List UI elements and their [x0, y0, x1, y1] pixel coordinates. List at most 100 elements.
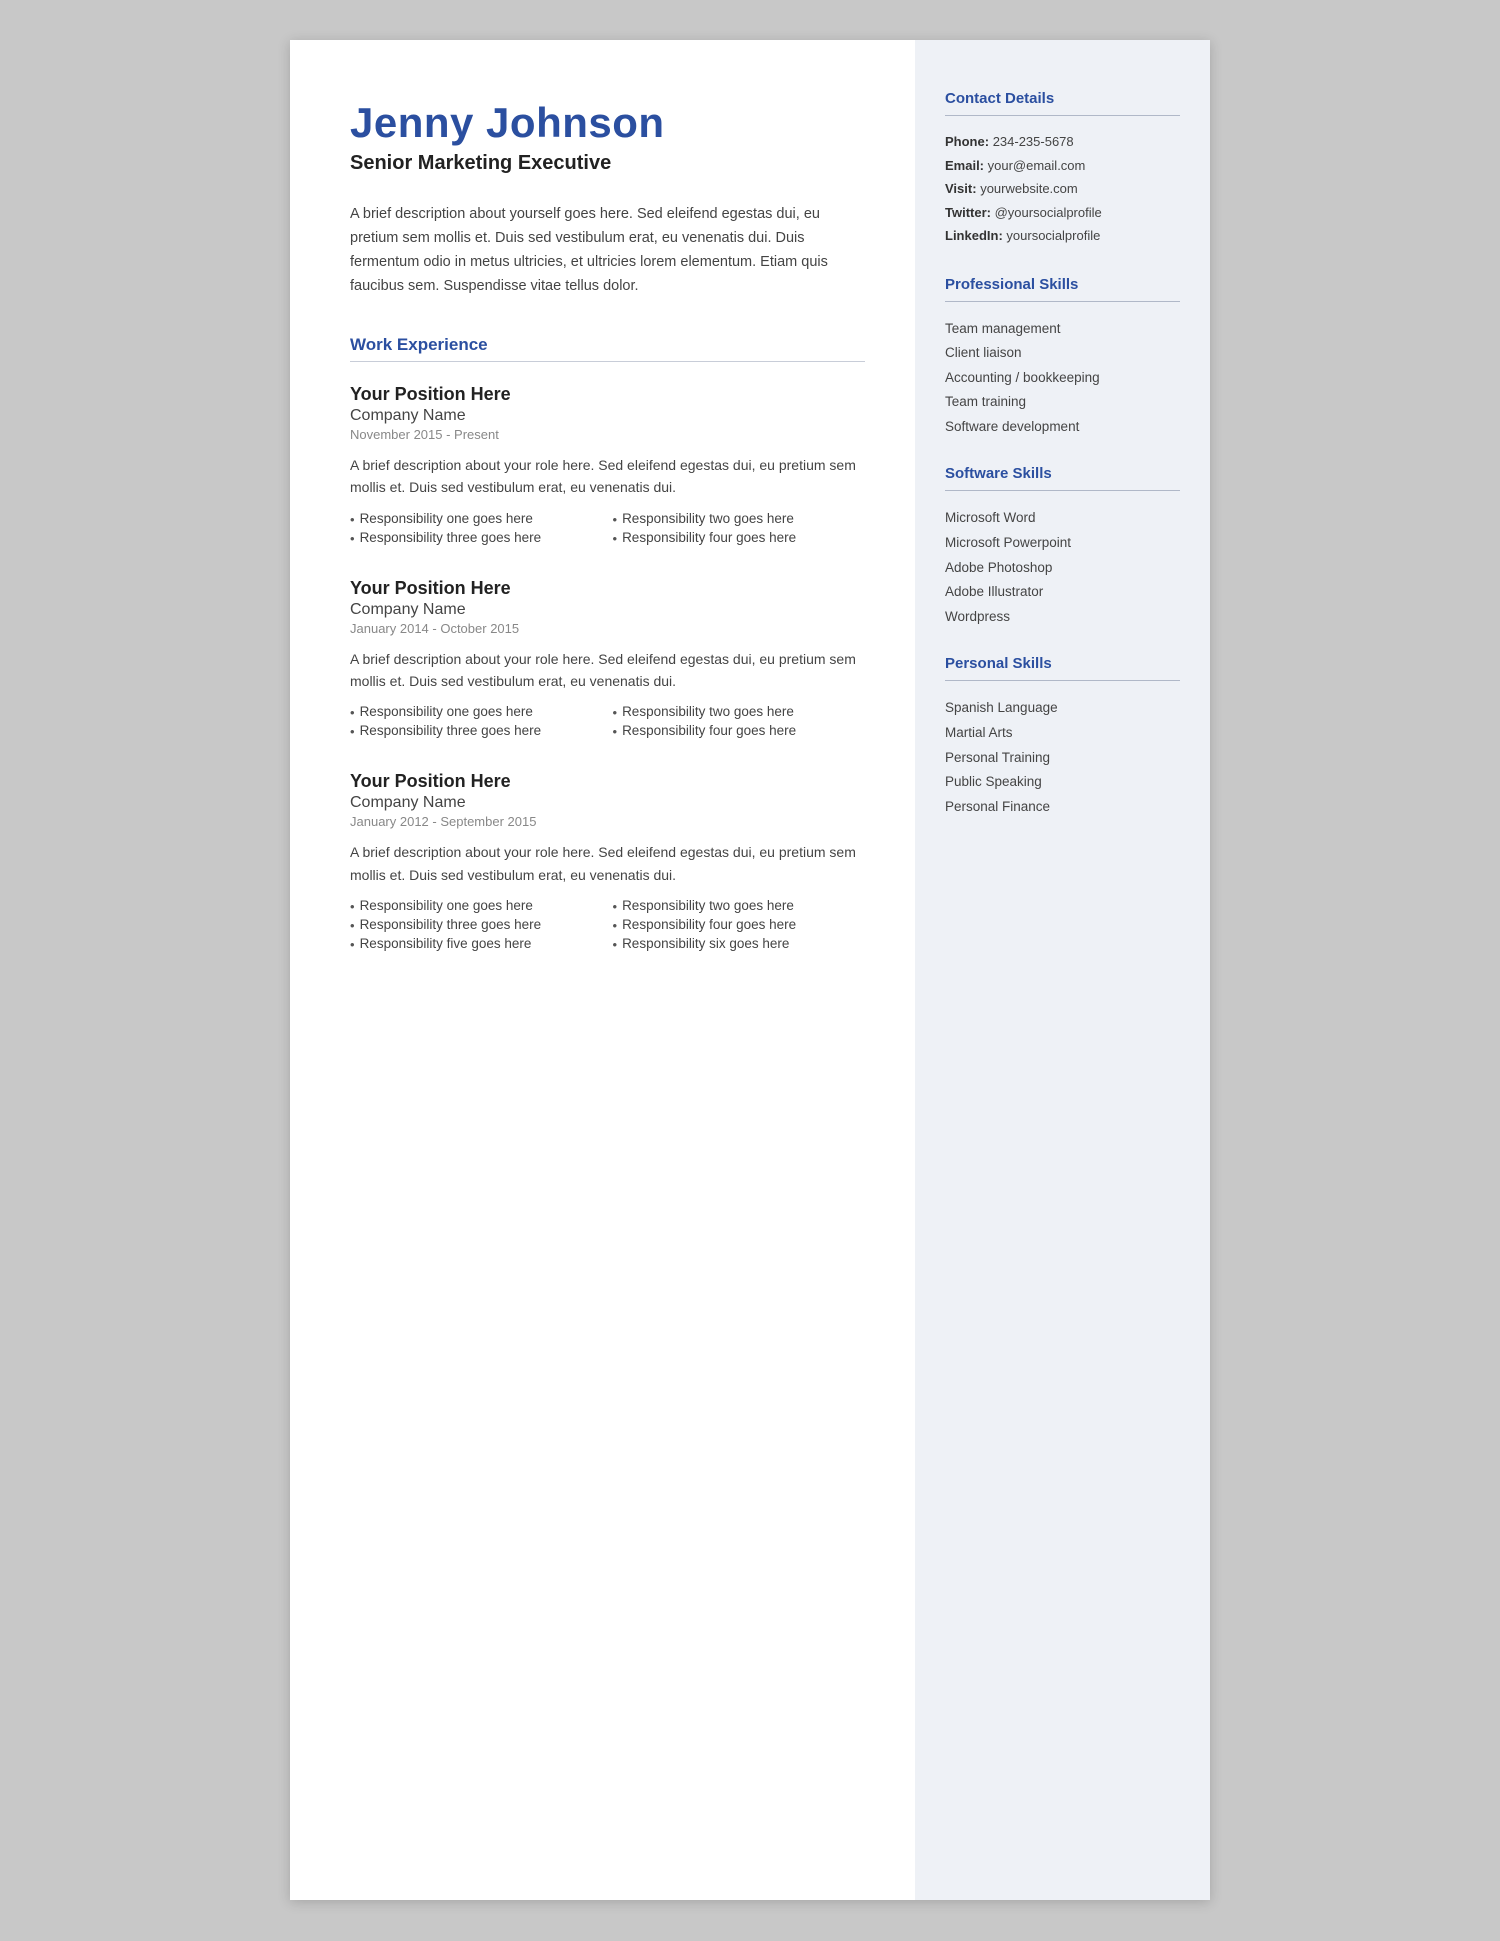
responsibility-text: Responsibility two goes here: [622, 511, 794, 526]
bullet-icon: •: [613, 937, 618, 952]
responsibility-text: Responsibility four goes here: [622, 723, 796, 738]
list-item: • Responsibility two goes here: [613, 898, 866, 914]
responsibility-text: Responsibility one goes here: [360, 704, 533, 719]
email-value: your@email.com: [988, 158, 1086, 173]
job-desc-1: A brief description about your role here…: [350, 454, 865, 499]
responsibility-text: Responsibility four goes here: [622, 917, 796, 932]
bullet-icon: •: [350, 899, 355, 914]
contact-heading: Contact Details: [945, 90, 1180, 107]
bullet-icon: •: [613, 531, 618, 546]
list-item: Spanish Language: [945, 697, 1180, 719]
list-item: Adobe Illustrator: [945, 581, 1180, 603]
responsibility-text: Responsibility five goes here: [360, 936, 532, 951]
bullet-icon: •: [350, 937, 355, 952]
personal-skills-divider: [945, 680, 1180, 681]
list-item: • Responsibility four goes here: [613, 917, 866, 933]
bio-text: A brief description about yourself goes …: [350, 203, 865, 299]
contact-block: Contact Details Phone: 234-235-5678 Emai…: [945, 90, 1180, 246]
list-item: • Responsibility one goes here: [350, 704, 603, 720]
contact-phone: Phone: 234-235-5678: [945, 132, 1180, 152]
job-block-2: Your Position Here Company Name January …: [350, 578, 865, 740]
responsibility-text: Responsibility three goes here: [360, 530, 542, 545]
job-desc-3: A brief description about your role here…: [350, 841, 865, 886]
list-item: Public Speaking: [945, 771, 1180, 793]
bullet-icon: •: [350, 512, 355, 527]
list-item: • Responsibility two goes here: [613, 704, 866, 720]
job-responsibilities-1: • Responsibility one goes here • Respons…: [350, 511, 865, 546]
list-item: Team training: [945, 391, 1180, 413]
professional-skills-divider: [945, 301, 1180, 302]
job-dates-2: January 2014 - October 2015: [350, 621, 865, 636]
candidate-name: Jenny Johnson: [350, 100, 865, 146]
linkedin-value: yoursocialprofile: [1006, 228, 1100, 243]
bullet-icon: •: [350, 918, 355, 933]
phone-value: 234-235-5678: [993, 134, 1074, 149]
visit-value: yourwebsite.com: [980, 181, 1078, 196]
personal-skills-heading: Personal Skills: [945, 655, 1180, 672]
main-column: Jenny Johnson Senior Marketing Executive…: [290, 40, 915, 1900]
job-company-1: Company Name: [350, 407, 865, 425]
bullet-icon: •: [350, 705, 355, 720]
twitter-label: Twitter:: [945, 205, 991, 220]
visit-label: Visit:: [945, 181, 977, 196]
job-responsibilities-3: • Responsibility one goes here • Respons…: [350, 898, 865, 952]
linkedin-label: LinkedIn:: [945, 228, 1003, 243]
professional-skills-block: Professional Skills Team management Clie…: [945, 276, 1180, 438]
list-item: Martial Arts: [945, 722, 1180, 744]
bullet-icon: •: [350, 724, 355, 739]
list-item: Software development: [945, 416, 1180, 438]
responsibility-text: Responsibility three goes here: [360, 723, 542, 738]
job-responsibilities-2: • Responsibility one goes here • Respons…: [350, 704, 865, 739]
list-item: • Responsibility four goes here: [613, 723, 866, 739]
list-item: • Responsibility one goes here: [350, 898, 603, 914]
job-company-2: Company Name: [350, 601, 865, 619]
sidebar-column: Contact Details Phone: 234-235-5678 Emai…: [915, 40, 1210, 1900]
list-item: Accounting / bookkeeping: [945, 367, 1180, 389]
list-item: • Responsibility two goes here: [613, 511, 866, 527]
list-item: Personal Training: [945, 747, 1180, 769]
software-skills-list: Microsoft Word Microsoft Powerpoint Adob…: [945, 507, 1180, 627]
email-label: Email:: [945, 158, 984, 173]
list-item: • Responsibility three goes here: [350, 530, 603, 546]
contact-visit: Visit: yourwebsite.com: [945, 179, 1180, 199]
bullet-icon: •: [613, 899, 618, 914]
list-item: Adobe Photoshop: [945, 557, 1180, 579]
phone-label: Phone:: [945, 134, 989, 149]
job-title-3: Your Position Here: [350, 771, 865, 792]
responsibility-text: Responsibility three goes here: [360, 917, 542, 932]
work-experience-heading: Work Experience: [350, 335, 865, 355]
list-item: • Responsibility five goes here: [350, 936, 603, 952]
job-block-3: Your Position Here Company Name January …: [350, 771, 865, 952]
bullet-icon: •: [613, 512, 618, 527]
name-title-block: Jenny Johnson Senior Marketing Executive: [350, 100, 865, 175]
software-skills-heading: Software Skills: [945, 465, 1180, 482]
responsibility-text: Responsibility four goes here: [622, 530, 796, 545]
job-title-2: Your Position Here: [350, 578, 865, 599]
bullet-icon: •: [613, 918, 618, 933]
responsibility-text: Responsibility six goes here: [622, 936, 789, 951]
job-desc-2: A brief description about your role here…: [350, 648, 865, 693]
list-item: Wordpress: [945, 606, 1180, 628]
list-item: • Responsibility four goes here: [613, 530, 866, 546]
work-experience-divider: [350, 361, 865, 362]
contact-twitter: Twitter: @yoursocialprofile: [945, 203, 1180, 223]
list-item: Personal Finance: [945, 796, 1180, 818]
contact-divider: [945, 115, 1180, 116]
contact-email: Email: your@email.com: [945, 156, 1180, 176]
responsibility-text: Responsibility one goes here: [360, 898, 533, 913]
responsibility-text: Responsibility two goes here: [622, 898, 794, 913]
job-dates-3: January 2012 - September 2015: [350, 814, 865, 829]
list-item: Client liaison: [945, 342, 1180, 364]
software-skills-divider: [945, 490, 1180, 491]
job-title-1: Your Position Here: [350, 384, 865, 405]
twitter-value: @yoursocialprofile: [995, 205, 1102, 220]
list-item: • Responsibility one goes here: [350, 511, 603, 527]
responsibility-text: Responsibility one goes here: [360, 511, 533, 526]
software-skills-block: Software Skills Microsoft Word Microsoft…: [945, 465, 1180, 627]
list-item: Team management: [945, 318, 1180, 340]
list-item: • Responsibility six goes here: [613, 936, 866, 952]
contact-linkedin: LinkedIn: yoursocialprofile: [945, 226, 1180, 246]
personal-skills-block: Personal Skills Spanish Language Martial…: [945, 655, 1180, 817]
job-block-1: Your Position Here Company Name November…: [350, 384, 865, 546]
candidate-title: Senior Marketing Executive: [350, 152, 865, 175]
